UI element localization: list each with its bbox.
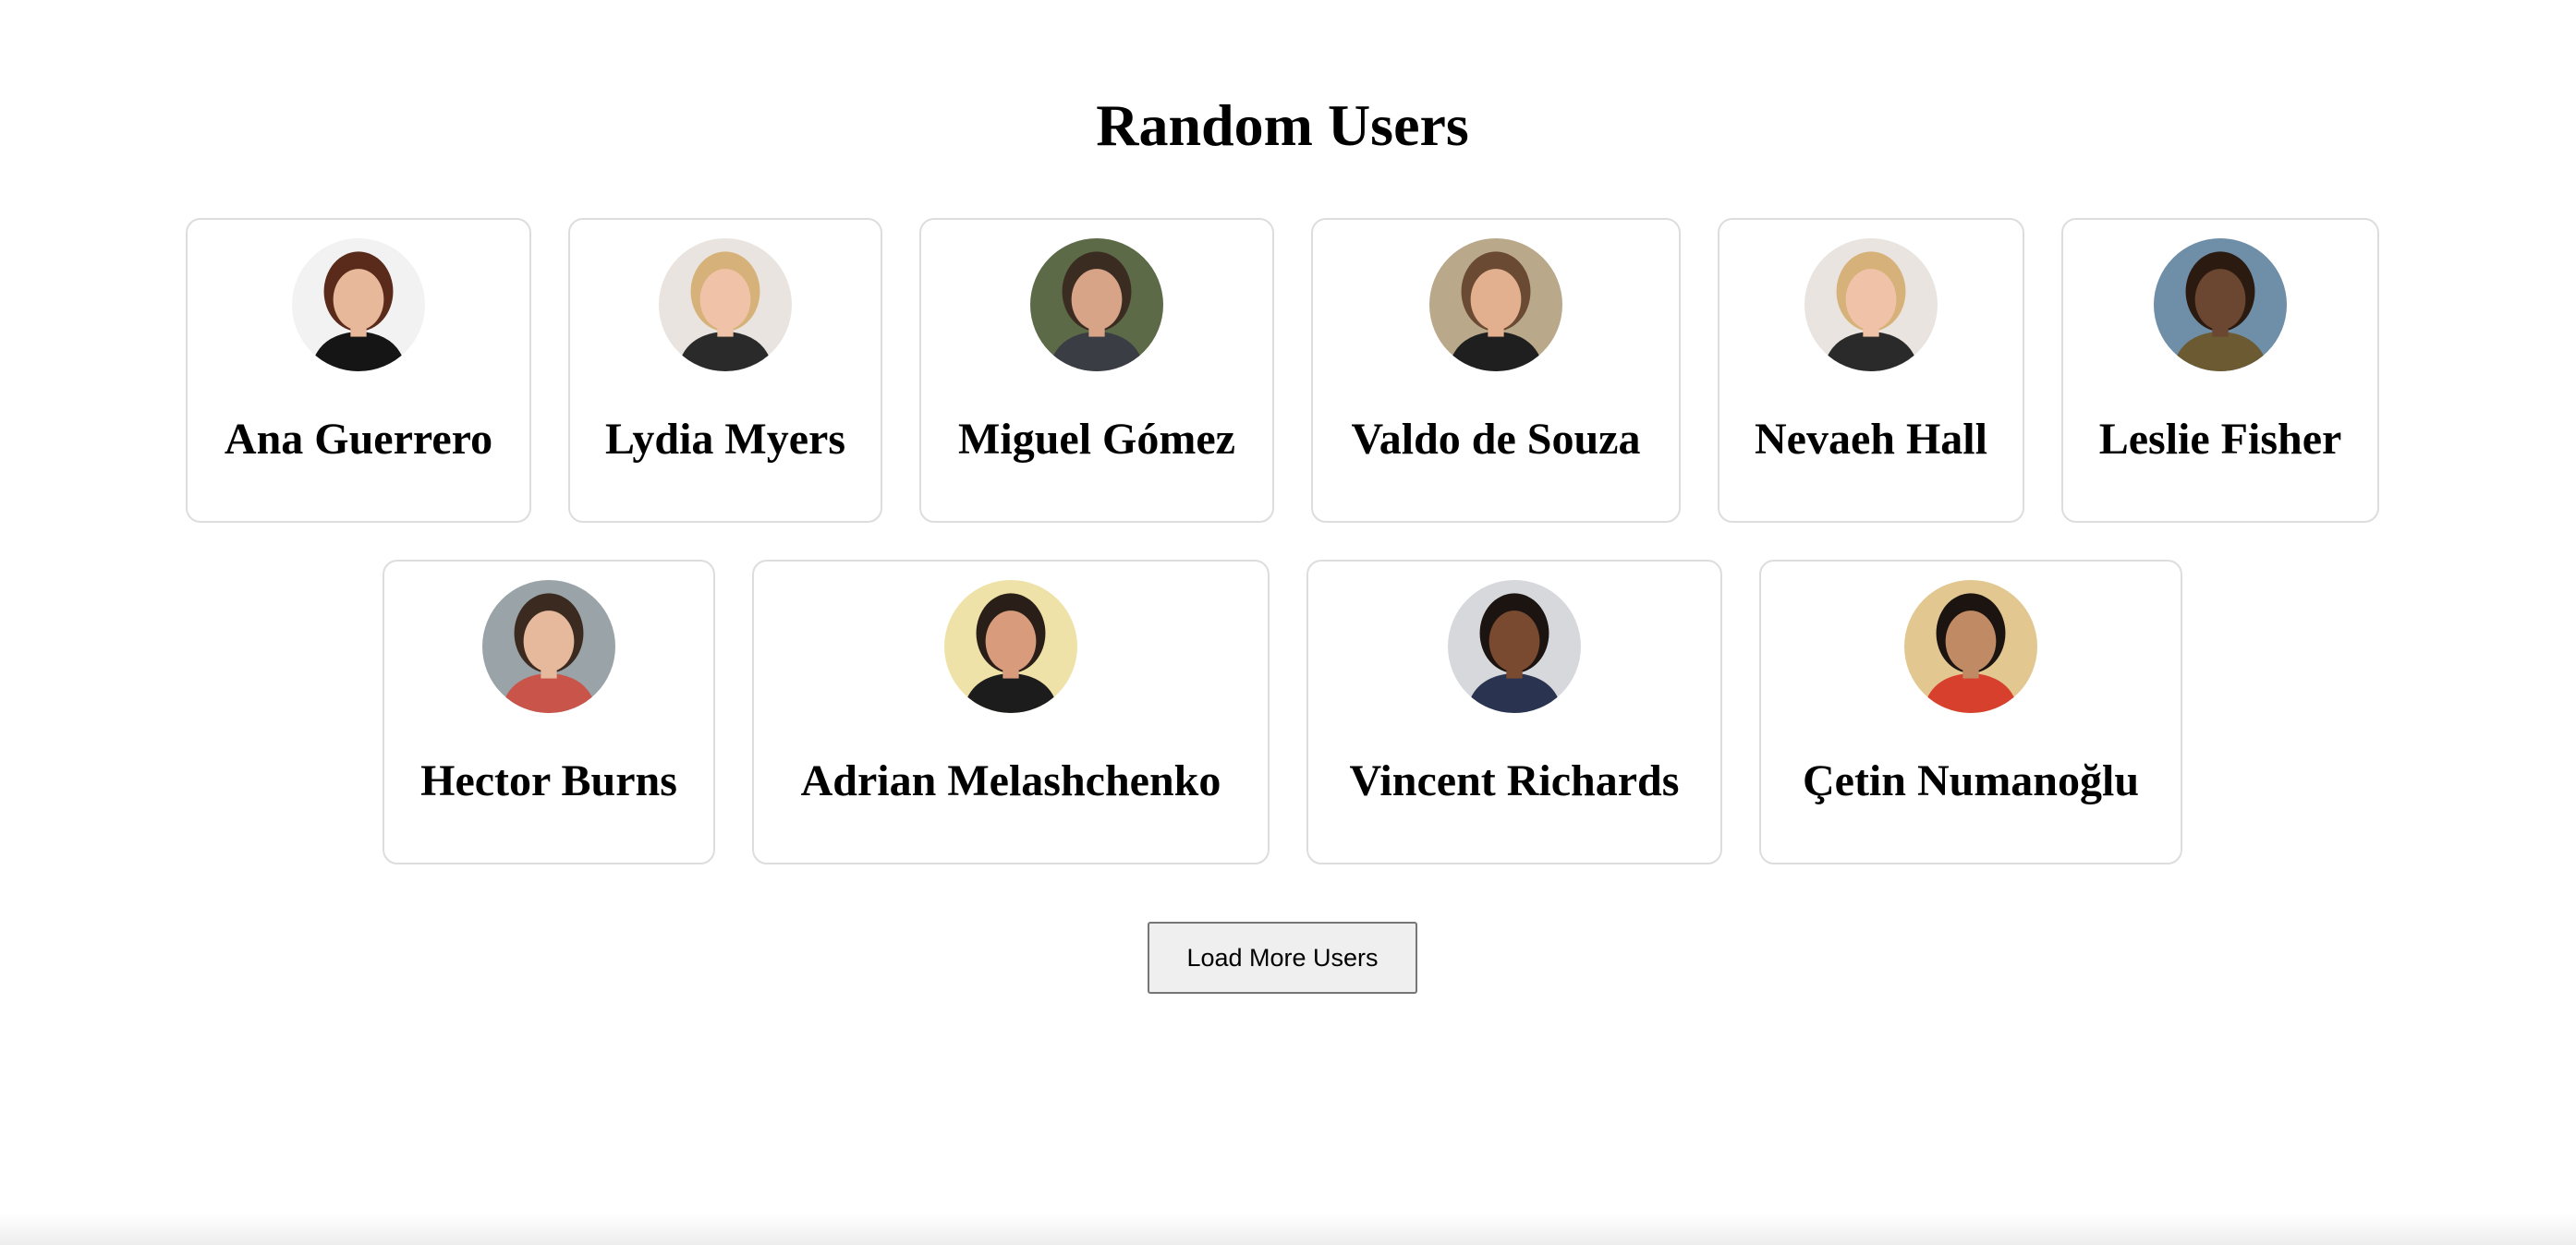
user-avatar	[1904, 580, 2037, 713]
user-card[interactable]: Hector Burns	[383, 560, 715, 864]
user-avatar	[1448, 580, 1581, 713]
user-card[interactable]: Valdo de Souza	[1311, 218, 1681, 523]
user-avatar	[482, 580, 615, 713]
user-name: Çetin Numanoğlu	[1802, 756, 2140, 805]
user-avatar	[1030, 238, 1163, 371]
user-card[interactable]: Leslie Fisher	[2061, 218, 2379, 523]
user-avatar	[1804, 238, 1938, 371]
user-name: Leslie Fisher	[2098, 415, 2342, 464]
user-name: Vincent Richards	[1349, 756, 1680, 805]
user-avatar	[659, 238, 792, 371]
user-name: Adrian Melashchenko	[800, 756, 1221, 805]
user-name: Ana Guerrero	[224, 415, 493, 464]
page: Random Users Ana Guerrero Lydia Myers Migu…	[0, 0, 2576, 1245]
user-card[interactable]: Vincent Richards	[1306, 560, 1722, 864]
load-more-users-button[interactable]: Load More Users	[1148, 922, 1417, 994]
user-avatar	[944, 580, 1077, 713]
user-card[interactable]: Adrian Melashchenko	[752, 560, 1270, 864]
user-card[interactable]: Nevaeh Hall	[1718, 218, 2024, 523]
user-name: Lydia Myers	[605, 415, 845, 464]
user-name: Hector Burns	[420, 756, 677, 805]
user-avatar	[1429, 238, 1562, 371]
user-name: Valdo de Souza	[1351, 415, 1641, 464]
user-card[interactable]: Miguel Gómez	[919, 218, 1274, 523]
user-avatar	[2154, 238, 2287, 371]
user-name: Nevaeh Hall	[1755, 415, 1987, 464]
bottom-edge-shadow	[0, 1214, 2576, 1245]
user-card[interactable]: Lydia Myers	[568, 218, 882, 523]
user-avatar	[292, 238, 425, 371]
page-title: Random Users	[1096, 92, 1469, 158]
user-card[interactable]: Ana Guerrero	[186, 218, 531, 523]
user-grid: Ana Guerrero Lydia Myers Miguel Gómez Valdo…	[111, 218, 2454, 864]
user-name: Miguel Gómez	[958, 415, 1235, 464]
user-card[interactable]: Çetin Numanoğlu	[1759, 560, 2182, 864]
